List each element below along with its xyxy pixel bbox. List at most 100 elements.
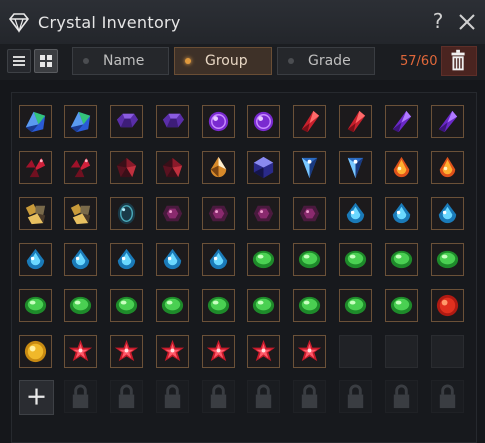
crystal-slot[interactable] <box>339 151 372 184</box>
violet-gem-icon <box>253 205 274 222</box>
aqua-drop-icon <box>346 202 365 224</box>
crystal-slot[interactable] <box>110 105 143 138</box>
crystal-slot[interactable] <box>156 289 189 322</box>
add-slot-button[interactable] <box>19 380 54 415</box>
crystal-slot[interactable] <box>247 289 280 322</box>
crystal-slot[interactable] <box>202 151 235 184</box>
crystal-slot[interactable] <box>385 289 418 322</box>
crystal-slot[interactable] <box>293 243 326 276</box>
crystal-slot[interactable] <box>339 105 372 138</box>
toolbar: Name Group Grade 57/60 <box>0 44 485 80</box>
crystal-slot[interactable] <box>64 289 97 322</box>
red-star-icon <box>297 339 322 362</box>
plus-icon <box>28 388 45 405</box>
crystal-slot[interactable] <box>385 243 418 276</box>
green-gem-icon <box>298 250 321 269</box>
list-icon <box>13 56 25 66</box>
aqua-drop-icon <box>209 248 228 270</box>
grid-view-button[interactable] <box>34 49 58 73</box>
crystal-slot[interactable] <box>339 243 372 276</box>
empty-slot[interactable] <box>431 335 464 368</box>
empty-slot[interactable] <box>385 335 418 368</box>
help-button[interactable]: ? <box>427 9 449 33</box>
crystal-slot[interactable] <box>247 105 280 138</box>
filter-group-button[interactable]: Group <box>174 47 272 75</box>
filter-name-button[interactable]: Name <box>72 47 169 75</box>
crystal-slot[interactable] <box>339 197 372 230</box>
crystal-slot[interactable] <box>156 243 189 276</box>
crystal-slot[interactable] <box>247 151 280 184</box>
red-star-icon <box>251 339 276 362</box>
title-bar[interactable]: Crystal Inventory ? <box>0 0 485 45</box>
locked-slot[interactable] <box>202 380 235 413</box>
lock-icon <box>301 384 318 409</box>
locked-slot[interactable] <box>385 380 418 413</box>
crystal-slot[interactable] <box>293 335 326 368</box>
garnet-cut-icon <box>116 157 137 178</box>
lock-icon <box>164 384 181 409</box>
crystal-slot[interactable] <box>247 197 280 230</box>
green-gem-icon <box>344 250 367 269</box>
aqua-drop-icon <box>71 248 90 270</box>
crystal-slot[interactable] <box>110 151 143 184</box>
crystal-slot[interactable] <box>202 105 235 138</box>
lock-icon <box>255 384 272 409</box>
close-icon[interactable] <box>455 10 479 34</box>
aqua-drop-icon <box>392 202 411 224</box>
crystal-slot[interactable] <box>431 105 464 138</box>
locked-slot[interactable] <box>64 380 97 413</box>
locked-slot[interactable] <box>110 380 143 413</box>
crystal-slot[interactable] <box>156 335 189 368</box>
locked-slot[interactable] <box>431 380 464 413</box>
crystal-slot[interactable] <box>385 197 418 230</box>
crystal-slot[interactable] <box>431 289 464 322</box>
crystal-slot[interactable] <box>110 243 143 276</box>
locked-slot[interactable] <box>156 380 189 413</box>
crystal-slot[interactable] <box>293 105 326 138</box>
filter-grade-button[interactable]: Grade <box>277 47 375 75</box>
crystal-slot[interactable] <box>110 289 143 322</box>
crystal-slot[interactable] <box>156 197 189 230</box>
crystal-slot[interactable] <box>110 335 143 368</box>
amethyst-shard-icon <box>392 110 412 133</box>
crystal-slot[interactable] <box>293 289 326 322</box>
crystal-slot[interactable] <box>293 151 326 184</box>
delete-button[interactable] <box>441 46 477 76</box>
crystal-slot[interactable] <box>64 151 97 184</box>
locked-slot[interactable] <box>247 380 280 413</box>
crystal-slot[interactable] <box>156 105 189 138</box>
crystal-slot[interactable] <box>64 197 97 230</box>
crystal-slot[interactable] <box>431 197 464 230</box>
crystal-slot[interactable] <box>64 335 97 368</box>
crystal-slot[interactable] <box>19 335 52 368</box>
crystal-slot[interactable] <box>202 197 235 230</box>
crystal-slot[interactable] <box>19 151 52 184</box>
crystal-slot[interactable] <box>431 151 464 184</box>
crystal-slot[interactable] <box>64 243 97 276</box>
locked-slot[interactable] <box>293 380 326 413</box>
crystal-slot[interactable] <box>64 105 97 138</box>
crystal-slot[interactable] <box>19 289 52 322</box>
crystal-slot[interactable] <box>385 105 418 138</box>
crystal-slot[interactable] <box>247 335 280 368</box>
crystal-slot[interactable] <box>431 243 464 276</box>
locked-slot[interactable] <box>339 380 372 413</box>
crystal-slot[interactable] <box>202 289 235 322</box>
crystal-slot[interactable] <box>385 151 418 184</box>
crystal-slot[interactable] <box>19 197 52 230</box>
crystal-slot[interactable] <box>156 151 189 184</box>
crystal-slot[interactable] <box>202 243 235 276</box>
list-view-button[interactable] <box>7 49 31 73</box>
amethyst-orb-icon <box>253 111 274 132</box>
green-gem-icon <box>436 250 459 269</box>
crystal-slot[interactable] <box>202 335 235 368</box>
crystal-slot[interactable] <box>247 243 280 276</box>
crystal-slot[interactable] <box>339 289 372 322</box>
window-title: Crystal Inventory <box>38 12 181 32</box>
empty-slot[interactable] <box>339 335 372 368</box>
green-gem-icon <box>390 296 413 315</box>
crystal-slot[interactable] <box>293 197 326 230</box>
crystal-slot[interactable] <box>110 197 143 230</box>
crystal-slot[interactable] <box>19 105 52 138</box>
crystal-slot[interactable] <box>19 243 52 276</box>
